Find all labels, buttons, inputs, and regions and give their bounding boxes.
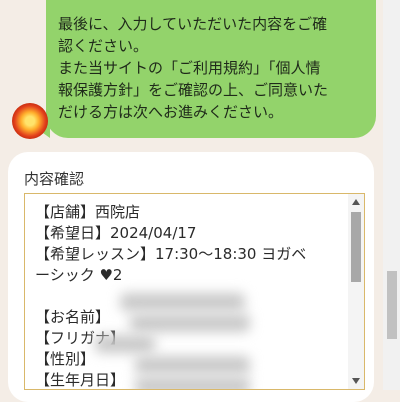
- redacted-furigana: [130, 314, 250, 332]
- confirmation-content-textarea[interactable]: 【店舗】西院店 【希望日】2024/04/17 【希望レッスン】17:30〜18…: [24, 193, 365, 390]
- bot-avatar-icon: [12, 103, 48, 139]
- redacted-birthdate: [135, 356, 250, 374]
- page-scrollbar[interactable]: [383, 0, 400, 390]
- redacted-gender: [95, 335, 155, 353]
- scroll-down-icon[interactable]: [352, 378, 360, 384]
- chat-message-text: 最後に、入力していただいた内容をご確 認ください。 また当サイトの「ご利用規約」…: [58, 15, 329, 121]
- redacted-phone: [135, 377, 250, 389]
- confirmation-title: 内容確認: [24, 170, 85, 188]
- scroll-up-icon[interactable]: [352, 199, 360, 205]
- redacted-name: [120, 293, 245, 311]
- textarea-scrollbar[interactable]: [348, 194, 364, 389]
- textarea-scroll-thumb[interactable]: [351, 212, 361, 282]
- page-scroll-thumb[interactable]: [387, 271, 397, 339]
